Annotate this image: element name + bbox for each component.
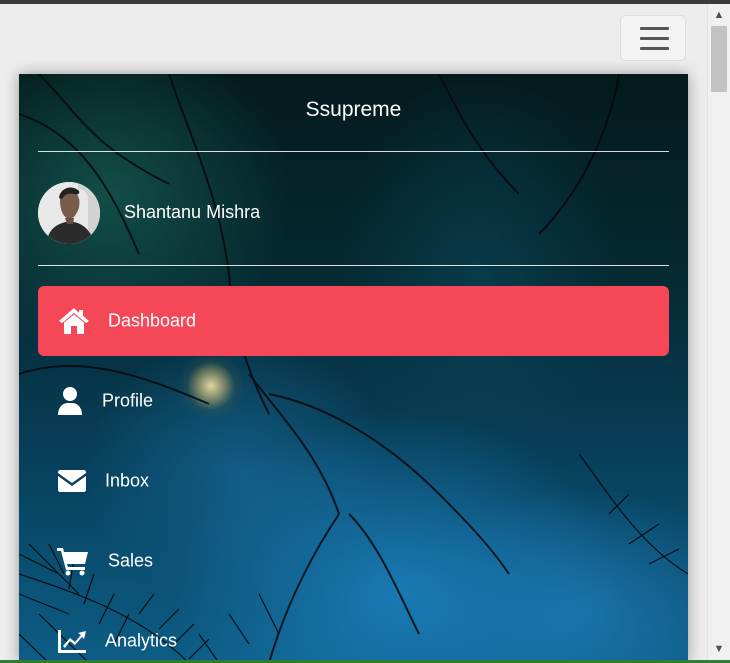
navbar-toggle-button[interactable] [620,15,686,61]
sidebar-item-analytics[interactable]: Analytics [38,606,669,663]
scroll-down-arrow-icon[interactable]: ▼ [708,640,730,658]
sidebar-item-label: Sales [108,550,154,571]
sidebar-item-inbox[interactable]: Inbox [38,446,669,516]
sidebar-item-sales[interactable]: Sales [38,526,669,596]
hamburger-icon [640,27,669,30]
brand-title: Ssupreme [305,98,402,121]
vertical-scrollbar[interactable]: ▲ ▼ [707,4,730,660]
sidebar-item-label: Profile [102,390,154,411]
user-icon [58,387,82,415]
divider [38,265,669,266]
chart-line-icon [58,630,86,653]
window-top-frame [0,0,730,4]
envelope-icon [58,470,86,492]
hamburger-icon-line [640,47,669,50]
sidebar-item-label: Analytics [105,630,178,651]
avatar-photo [38,182,100,244]
sidebar: Ssupreme Shantanu Mishra Dashboard Profi… [19,74,688,663]
divider [38,151,669,152]
user-avatar[interactable] [38,182,100,244]
home-icon [59,308,89,334]
scrollbar-thumb[interactable] [711,26,727,92]
scroll-up-arrow-icon[interactable]: ▲ [708,6,730,24]
sidebar-item-dashboard[interactable]: Dashboard [38,286,669,356]
hamburger-icon-line [640,37,669,40]
cart-icon [57,548,88,576]
sidebar-item-profile[interactable]: Profile [38,366,669,436]
sidebar-item-label: Inbox [105,470,150,491]
sidebar-item-label: Dashboard [108,310,197,331]
user-name[interactable]: Shantanu Mishra [124,202,260,223]
